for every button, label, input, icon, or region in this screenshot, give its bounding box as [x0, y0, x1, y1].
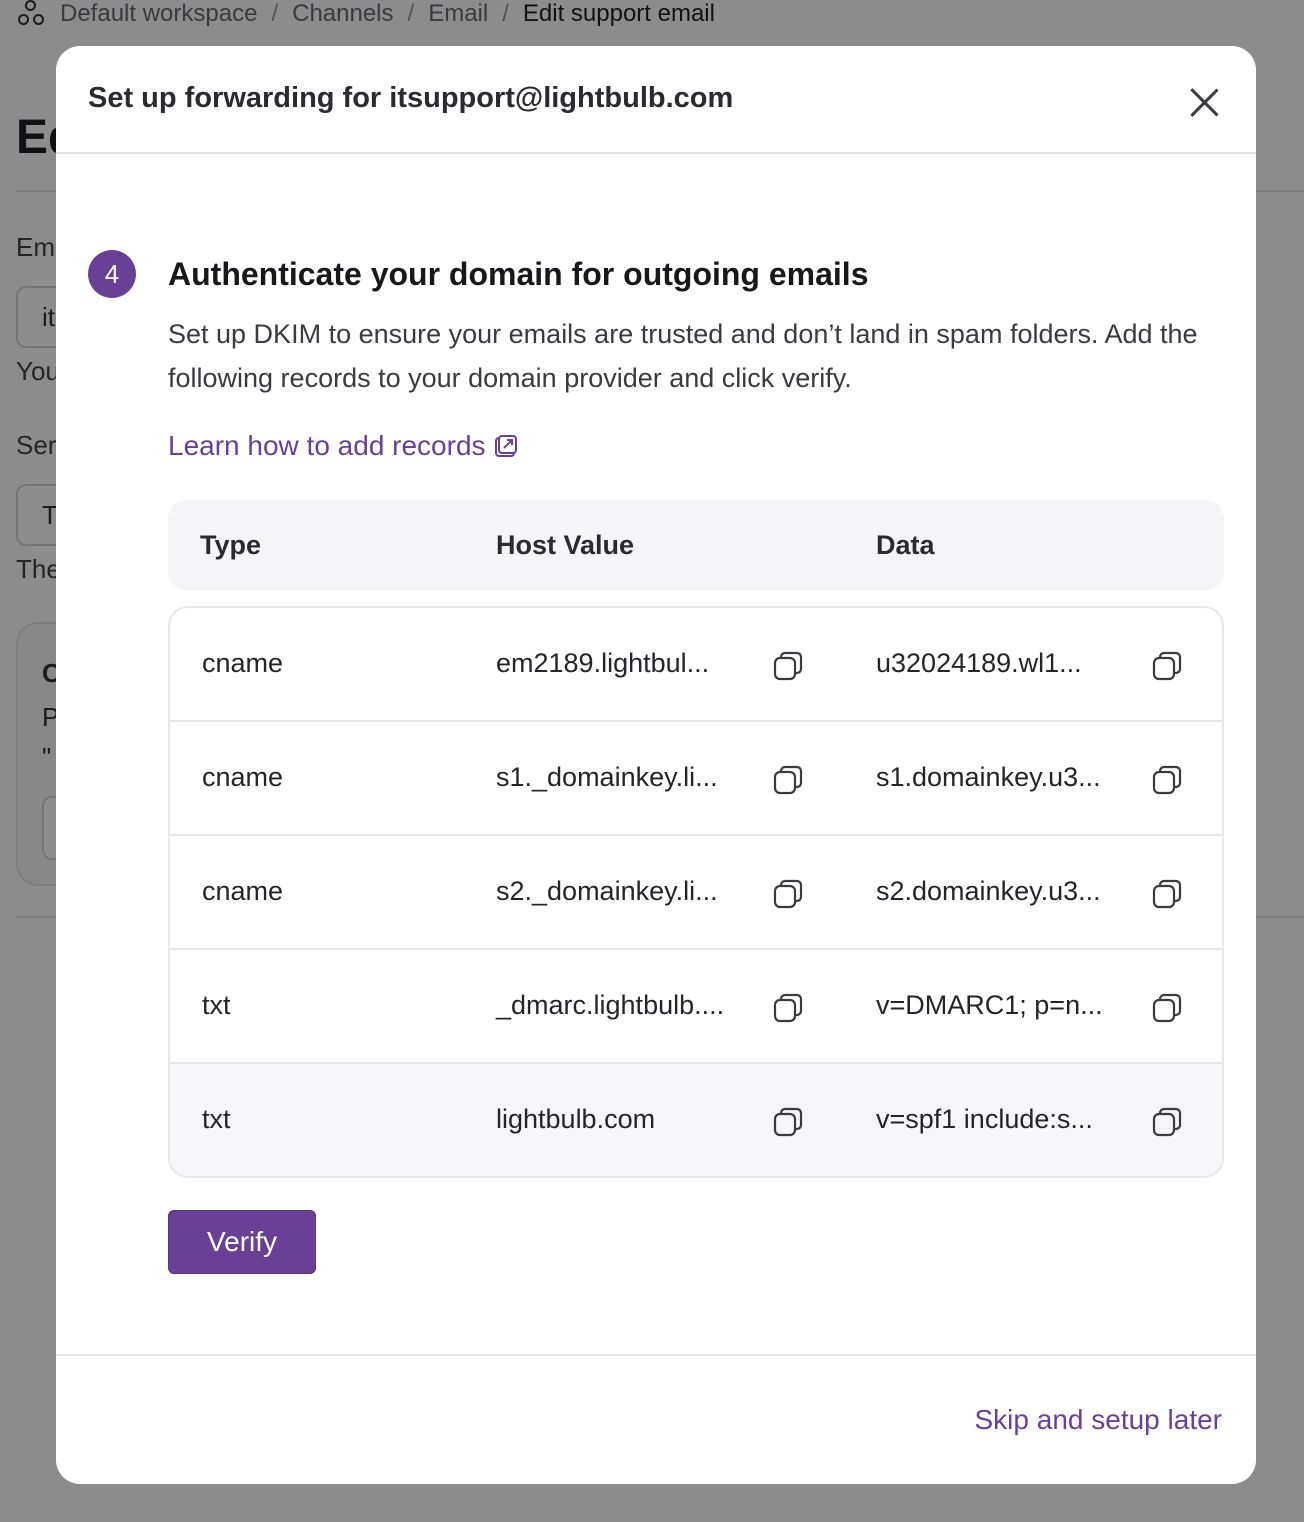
- record-data-value: s1.domainkey.u3...: [876, 762, 1101, 792]
- copy-host-icon[interactable]: [772, 764, 804, 796]
- copy-host-icon[interactable]: [772, 1106, 804, 1138]
- record-data-value: v=DMARC1; p=n...: [876, 990, 1103, 1020]
- copy-data-icon[interactable]: [1151, 1106, 1183, 1138]
- learn-how-link-label: Learn how to add records: [168, 430, 486, 461]
- step-number-badge: 4: [88, 250, 136, 298]
- close-icon[interactable]: [1188, 86, 1220, 118]
- record-data-value: v=spf1 include:s...: [876, 1104, 1093, 1134]
- record-type: txt: [202, 990, 231, 1020]
- step-title: Authenticate your domain for outgoing em…: [168, 256, 869, 292]
- modal-footer: Skip and setup later: [56, 1354, 1256, 1484]
- table-row: cname s1._domainkey.li... s1.domainkey.u3.…: [170, 722, 1222, 836]
- copy-host-icon[interactable]: [772, 650, 804, 682]
- record-host-value: em2189.lightbul...: [496, 648, 710, 678]
- record-type: cname: [202, 762, 284, 792]
- column-header-type: Type: [200, 530, 262, 560]
- copy-data-icon[interactable]: [1151, 764, 1183, 796]
- record-type: cname: [202, 876, 284, 906]
- modal-header: Set up forwarding for itsupport@lightbul…: [56, 46, 1256, 154]
- record-host-value: s2._domainkey.li...: [496, 876, 718, 906]
- verify-button[interactable]: Verify: [168, 1210, 316, 1274]
- record-host-value: _dmarc.lightbulb....: [496, 990, 725, 1020]
- learn-how-link[interactable]: Learn how to add records: [168, 430, 518, 462]
- copy-data-icon[interactable]: [1151, 992, 1183, 1024]
- column-header-data: Data: [876, 530, 935, 560]
- column-header-host: Host Value: [496, 530, 635, 560]
- record-data-value: u32024189.wl1...: [876, 648, 1082, 678]
- copy-data-icon[interactable]: [1151, 878, 1183, 910]
- copy-host-icon[interactable]: [772, 878, 804, 910]
- forwarding-modal: Set up forwarding for itsupport@lightbul…: [56, 46, 1256, 1484]
- records-table-header: Type Host Value Data: [168, 500, 1224, 590]
- records-table: cname em2189.lightbul... u32024189.wl1... c…: [168, 606, 1224, 1178]
- modal-title: Set up forwarding for itsupport@lightbul…: [88, 82, 734, 114]
- table-row: txt _dmarc.lightbulb.... v=DMARC1; p=n...: [170, 950, 1222, 1064]
- external-link-icon: [494, 435, 517, 457]
- record-type: txt: [202, 1104, 231, 1134]
- record-host-value: lightbulb.com: [496, 1104, 656, 1134]
- copy-data-icon[interactable]: [1151, 650, 1183, 682]
- table-row: cname em2189.lightbul... u32024189.wl1...: [170, 608, 1222, 722]
- record-host-value: s1._domainkey.li...: [496, 762, 718, 792]
- record-type: cname: [202, 648, 284, 678]
- table-row: cname s2._domainkey.li... s2.domainkey.u3.…: [170, 836, 1222, 950]
- record-data-value: s2.domainkey.u3...: [876, 876, 1101, 906]
- copy-host-icon[interactable]: [772, 992, 804, 1024]
- step-description: Set up DKIM to ensure your emails are tr…: [168, 319, 1198, 393]
- skip-setup-link[interactable]: Skip and setup later: [975, 1404, 1223, 1436]
- table-row: txt lightbulb.com v=spf1 include:s...: [170, 1064, 1222, 1176]
